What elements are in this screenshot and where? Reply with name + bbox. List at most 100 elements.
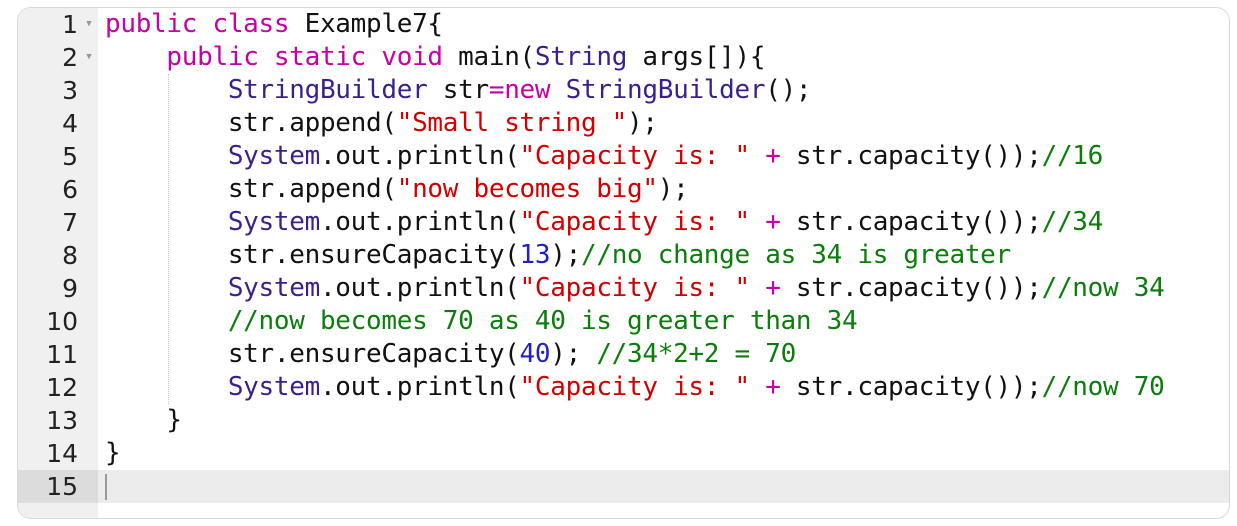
keyword-token: +: [765, 207, 781, 237]
line-number: 5: [62, 142, 78, 171]
number-token: 40: [519, 339, 551, 369]
code-text: //now becomes 70 as 40 is greater than 3…: [105, 305, 858, 338]
code-text: StringBuilder str=new StringBuilder();: [105, 74, 812, 107]
code-line[interactable]: 11 str.ensureCapacity(40); //34*2+2 = 70: [18, 338, 1229, 371]
code-line[interactable]: 7 System.out.println("Capacity is: " + s…: [18, 206, 1229, 239]
type-token: StringBuilder: [227, 75, 428, 105]
type-token: System: [227, 207, 320, 237]
keyword-token: public class: [105, 9, 305, 39]
plain-token: );: [627, 108, 658, 138]
line-number: 13: [46, 406, 78, 435]
fold-toggle-icon[interactable]: ▼: [82, 41, 96, 74]
string-token: "now becomes big": [396, 174, 658, 204]
plain-token: str.capacity());: [780, 273, 1042, 303]
type-token: String: [534, 42, 628, 72]
code-text: public class Example7{: [105, 8, 443, 41]
code-text: System.out.println("Capacity is: " + str…: [105, 371, 1165, 404]
plain-token: .out.println(: [319, 372, 520, 402]
code-text: }: [105, 437, 121, 470]
code-text: str.append("Small string ");: [105, 107, 658, 140]
string-token: "Capacity is: ": [519, 372, 751, 402]
code-line[interactable]: 6 str.append("now becomes big");: [18, 173, 1229, 206]
plain-token: .out.println(: [319, 207, 520, 237]
code-text: System.out.println("Capacity is: " + str…: [105, 272, 1165, 305]
line-number: 3: [62, 76, 78, 105]
code-line[interactable]: 4 str.append("Small string ");: [18, 107, 1229, 140]
comment-token: //now becomes 70 as 40 is greater than 3…: [227, 306, 858, 336]
plain-token: main(: [458, 42, 535, 72]
number-token: 13: [519, 240, 551, 270]
plain-token: }: [105, 438, 121, 468]
code-text: str.ensureCapacity(40); //34*2+2 = 70: [105, 338, 796, 371]
line-number: 6: [62, 175, 78, 204]
code-line[interactable]: 9 System.out.println("Capacity is: " + s…: [18, 272, 1229, 305]
plain-token: str.capacity());: [780, 207, 1042, 237]
code-lines[interactable]: 1 ▼ public class Example7{2 ▼ public static…: [18, 8, 1229, 503]
plain-token: str.ensureCapacity(: [105, 240, 520, 270]
plain-token: str.capacity());: [780, 141, 1042, 171]
plain-token: str.ensureCapacity(: [105, 339, 520, 369]
plain-token: args[]){: [627, 42, 766, 72]
plain-token: str.append(: [105, 174, 397, 204]
code-line[interactable]: 14}: [18, 437, 1229, 470]
type-token: System: [227, 141, 320, 171]
code-line[interactable]: 3 StringBuilder str=new StringBuilder();: [18, 74, 1229, 107]
code-line[interactable]: 8 str.ensureCapacity(13);//no change as …: [18, 239, 1229, 272]
plain-token: );: [550, 240, 581, 270]
code-line[interactable]: 15: [18, 470, 1229, 503]
code-text: System.out.println("Capacity is: " + str…: [105, 140, 1103, 173]
type-token: StringBuilder: [565, 75, 766, 105]
line-number: 11: [46, 340, 78, 369]
code-editor[interactable]: 1 ▼ public class Example7{2 ▼ public static…: [17, 7, 1230, 519]
type-token: System: [227, 273, 320, 303]
code-line[interactable]: 2 ▼ public static void main(String args[]…: [18, 41, 1229, 74]
type-token: System: [227, 372, 320, 402]
keyword-token: +: [765, 372, 781, 402]
string-token: "Capacity is: ": [519, 141, 751, 171]
plain-token: ();: [765, 75, 812, 105]
plain-token: );: [657, 174, 689, 204]
plain-token: }: [105, 405, 182, 435]
line-number: 9: [62, 274, 78, 303]
string-token: "Capacity is: ": [519, 273, 751, 303]
line-number: 4: [62, 109, 78, 138]
code-text: str.append("now becomes big");: [105, 173, 689, 206]
string-token: "Small string ": [396, 108, 628, 138]
text-cursor: [105, 474, 107, 500]
comment-token: //16: [1041, 141, 1104, 171]
code-line[interactable]: 10 //now becomes 70 as 40 is greater tha…: [18, 305, 1229, 338]
comment-token: //now 70: [1041, 372, 1165, 402]
keyword-token: +: [765, 141, 781, 171]
plain-token: str.capacity());: [780, 372, 1042, 402]
line-number: 15: [18, 470, 98, 503]
line-number: 12: [46, 373, 78, 402]
code-line[interactable]: 5 System.out.println("Capacity is: " + s…: [18, 140, 1229, 173]
plain-token: );: [550, 339, 597, 369]
plain-token: Example7{: [304, 9, 443, 39]
code-line[interactable]: 13 }: [18, 404, 1229, 437]
keyword-token: public static void: [166, 42, 459, 72]
code-line[interactable]: 12 System.out.println("Capacity is: " + …: [18, 371, 1229, 404]
plain-token: .out.println(: [319, 141, 520, 171]
code-text: System.out.println("Capacity is: " + str…: [105, 206, 1103, 239]
line-number: 8: [62, 241, 78, 270]
plain-token: str.append(: [105, 108, 397, 138]
comment-token: //no change as 34 is greater: [580, 240, 1011, 270]
fold-toggle-icon[interactable]: ▼: [82, 8, 96, 41]
line-number: 10: [46, 307, 78, 336]
comment-token: //34*2+2 = 70: [596, 339, 796, 369]
comment-token: //34: [1041, 207, 1104, 237]
plain-token: str: [427, 75, 489, 105]
code-line[interactable]: 1 ▼ public class Example7{: [18, 8, 1229, 41]
comment-token: //now 34: [1041, 273, 1165, 303]
